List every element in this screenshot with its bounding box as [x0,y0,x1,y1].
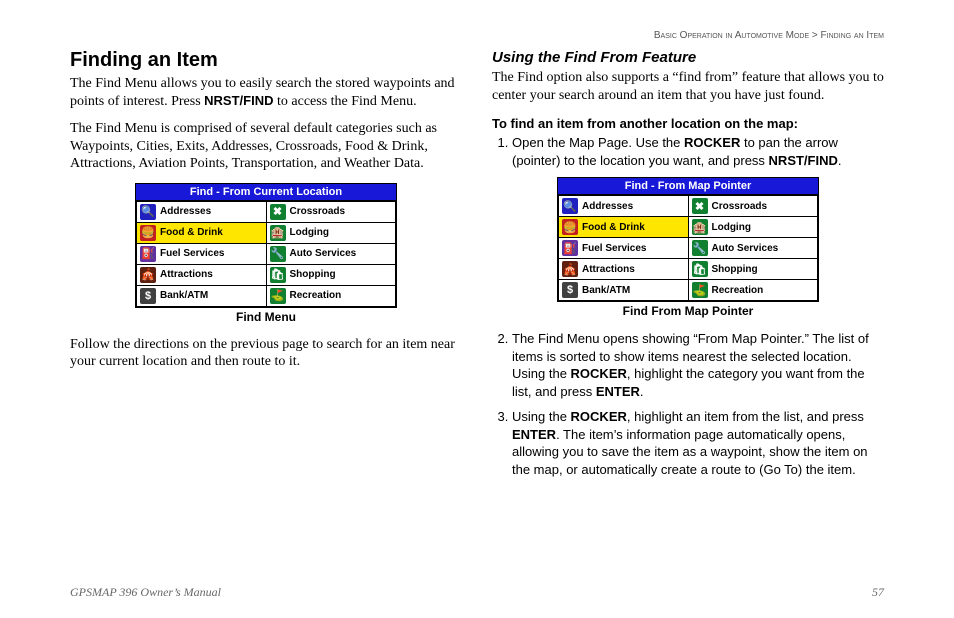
label: Addresses [582,201,633,212]
breadcrumb-section: Basic Operation in Automotive Mode [654,30,809,41]
cell-recreation: ⛳ Recreation [689,280,818,300]
cell-fuel: ⛽ Fuel Services [559,238,688,258]
label: Crossroads [290,206,346,217]
left-para-3: Follow the directions on the previous pa… [70,336,462,371]
text: . The item’s information page automatica… [512,427,868,477]
key-rocker: ROCKER [571,409,627,424]
food-icon: 🍔 [140,225,156,241]
key-nrst-find: NRST/FIND [204,93,273,108]
label: Bank/ATM [160,290,208,301]
text: Using the [512,409,571,424]
label: Crossroads [712,201,768,212]
cell-attractions: 🎪 Attractions [559,259,688,279]
text: Open the Map Page. Use the [512,135,684,150]
cell-addresses: 🔍 Addresses [559,196,688,216]
left-para-1: The Find Menu allows you to easily searc… [70,75,462,110]
label: Food & Drink [160,227,223,238]
addresses-icon: 🔍 [140,204,156,220]
label: Auto Services [712,243,779,254]
text: , highlight an item from the list, and p… [627,409,864,424]
breadcrumb-page: Finding an Item [821,30,884,41]
crossroads-icon: ✖ [270,204,286,220]
cell-lodging: 🏨 Lodging [689,217,818,237]
label: Bank/ATM [582,285,630,296]
cell-attractions: 🎪 Attractions [137,265,266,285]
heading-find-from: Using the Find From Feature [492,49,884,66]
cell-recreation: ⛳ Recreation [267,286,396,306]
label: Fuel Services [160,248,224,259]
find-from-pointer-screenshot: Find - From Map Pointer 🔍 Addresses ✖ Cros… [557,177,819,302]
device-titlebar: Find - From Current Location [136,184,396,201]
lodging-icon: 🏨 [270,225,286,241]
label: Attractions [582,264,635,275]
cell-food-drink: 🍔 Food & Drink [559,217,688,237]
label: Auto Services [290,248,357,259]
label: Addresses [160,206,211,217]
cell-crossroads: ✖ Crossroads [689,196,818,216]
cell-auto: 🔧 Auto Services [267,244,396,264]
label: Shopping [290,269,336,280]
right-para-1: The Find option also supports a “find fr… [492,69,884,104]
recreation-icon: ⛳ [692,282,708,298]
label: Fuel Services [582,243,646,254]
lodging-icon: 🏨 [692,219,708,235]
left-column: Finding an Item The Find Menu allows you… [70,49,462,486]
left-para-2: The Find Menu is comprised of several de… [70,120,462,173]
page-footer: GPSMAP 396 Owner’s Manual 57 [70,585,884,600]
bank-icon: $ [140,288,156,304]
attractions-icon: 🎪 [562,261,578,277]
heading-finding-an-item: Finding an Item [70,49,462,72]
text: . [838,153,842,168]
food-icon: 🍔 [562,219,578,235]
cell-bank: $ Bank/ATM [559,280,688,300]
text: . [640,384,644,399]
manual-title: GPSMAP 396 Owner’s Manual [70,585,221,600]
recreation-icon: ⛳ [270,288,286,304]
shopping-icon: 🛍 [270,267,286,283]
label: Recreation [712,285,764,296]
shopping-icon: 🛍 [692,261,708,277]
cell-food-drink: 🍔 Food & Drink [137,223,266,243]
bank-icon: $ [562,282,578,298]
crossroads-icon: ✖ [692,198,708,214]
step-1: Open the Map Page. Use the ROCKER to pan… [512,134,884,169]
cell-auto: 🔧 Auto Services [689,238,818,258]
cell-shopping: 🛍 Shopping [689,259,818,279]
fuel-icon: ⛽ [140,246,156,262]
key-enter: ENTER [512,427,556,442]
auto-icon: 🔧 [692,240,708,256]
label: Lodging [712,222,751,233]
cell-addresses: 🔍 Addresses [137,202,266,222]
key-rocker: ROCKER [571,366,627,381]
cell-shopping: 🛍 Shopping [267,265,396,285]
device-titlebar: Find - From Map Pointer [558,178,818,195]
caption-find-from-pointer: Find From Map Pointer [492,304,884,318]
addresses-icon: 🔍 [562,198,578,214]
cell-crossroads: ✖ Crossroads [267,202,396,222]
breadcrumb-sep: > [812,30,818,41]
cell-fuel: ⛽ Fuel Services [137,244,266,264]
caption-find-menu: Find Menu [70,310,462,324]
label: Food & Drink [582,222,645,233]
label: Lodging [290,227,329,238]
key-enter: ENTER [596,384,640,399]
attractions-icon: 🎪 [140,267,156,283]
cell-lodging: 🏨 Lodging [267,223,396,243]
auto-icon: 🔧 [270,246,286,262]
page-number: 57 [872,585,884,600]
fuel-icon: ⛽ [562,240,578,256]
step-3: Using the ROCKER, highlight an item from… [512,408,884,478]
subheading-to-find: To find an item from another location on… [492,116,884,131]
right-column: Using the Find From Feature The Find opt… [492,49,884,486]
label: Recreation [290,290,342,301]
text: to access the Find Menu. [274,94,417,109]
label: Shopping [712,264,758,275]
breadcrumb: Basic Operation in Automotive Mode > Fin… [70,30,884,41]
step-2: The Find Menu opens showing “From Map Po… [512,330,884,400]
find-menu-screenshot: Find - From Current Location 🔍Addresses … [135,183,397,308]
key-nrst-find: NRST/FIND [769,153,838,168]
cell-bank: $ Bank/ATM [137,286,266,306]
label: Attractions [160,269,213,280]
key-rocker: ROCKER [684,135,740,150]
